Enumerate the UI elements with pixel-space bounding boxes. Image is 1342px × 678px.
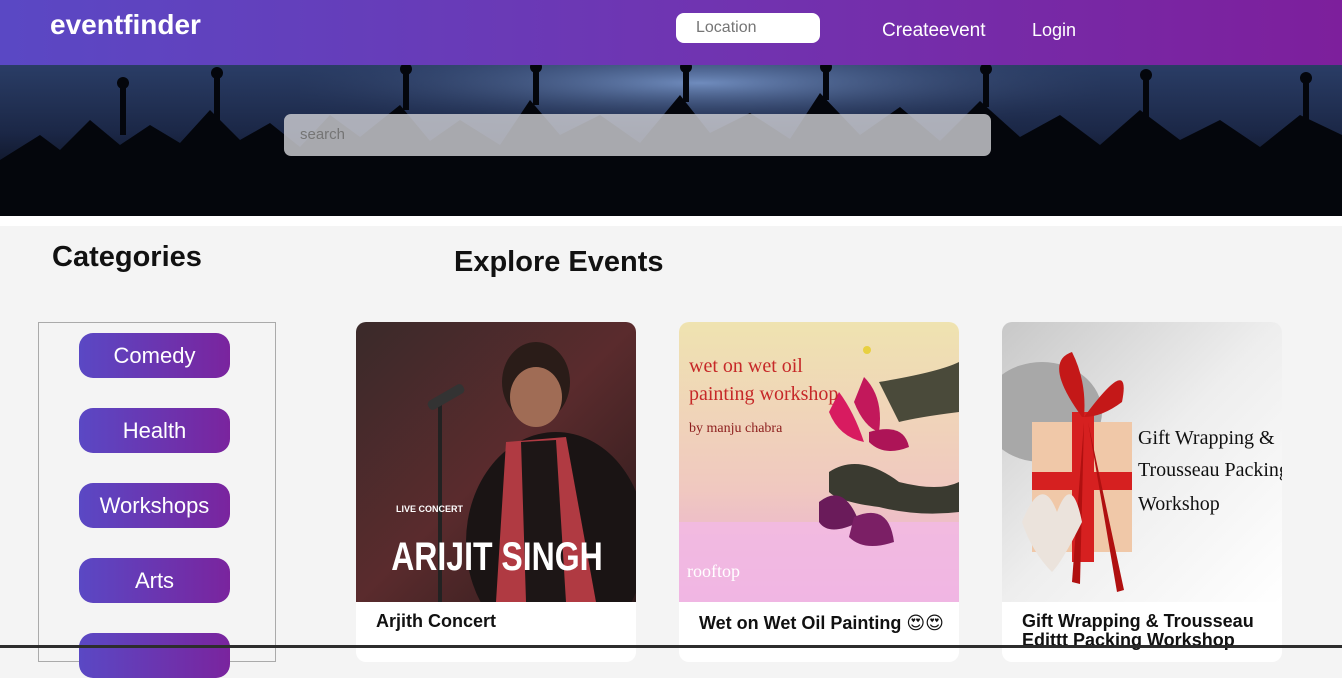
category-comedy-button[interactable]: Comedy — [79, 333, 230, 378]
event-poster-gift-wrapping[interactable]: Gift Wrapping & Trousseau Packing Worksh… — [1002, 322, 1282, 602]
event-card-arjith[interactable]: LIVE CONCERT ARIJIT SINGH Arjith Concert — [356, 322, 636, 662]
poster-line-1: wet on wet oil — [689, 355, 803, 377]
explore-events-heading: Explore Events — [454, 246, 664, 278]
poster-line-2: painting workshop — [689, 383, 838, 405]
category-health-button[interactable]: Health — [79, 408, 230, 453]
event-card-oil-painting[interactable]: wet on wet oil painting workshop by manj… — [679, 322, 959, 662]
divider — [0, 216, 1342, 226]
event-title[interactable]: Arjith Concert — [376, 612, 626, 631]
category-more-button[interactable] — [79, 633, 230, 678]
poster-line-3: by manju chabra — [689, 421, 783, 436]
event-card-gift-wrapping[interactable]: Gift Wrapping & Trousseau Packing Worksh… — [1002, 322, 1282, 662]
navbar: eventfinder Createevent Login — [0, 0, 1342, 65]
hero-banner — [0, 65, 1342, 216]
location-input[interactable] — [676, 13, 820, 43]
poster-line-2: Trousseau Packing — [1138, 459, 1282, 481]
poster-line-3: Workshop — [1138, 493, 1220, 515]
poster-title-text: ARIJIT SINGH — [391, 534, 603, 579]
login-link[interactable]: Login — [1032, 20, 1076, 41]
search-input[interactable] — [284, 114, 991, 156]
categories-list: Comedy Health Workshops Arts — [38, 322, 276, 678]
poster-line-1: Gift Wrapping & — [1138, 427, 1275, 449]
event-poster-oil-painting[interactable]: wet on wet oil painting workshop by manj… — [679, 322, 959, 602]
category-arts-button[interactable]: Arts — [79, 558, 230, 603]
brand-logo[interactable]: eventfinder — [50, 9, 201, 41]
poster-logo-text: rooftop — [687, 561, 740, 581]
categories-heading: Categories — [52, 241, 202, 273]
poster-subtitle-text: LIVE CONCERT — [396, 504, 464, 514]
category-workshops-button[interactable]: Workshops — [79, 483, 230, 528]
event-poster-arjith[interactable]: LIVE CONCERT ARIJIT SINGH — [356, 322, 636, 602]
event-title[interactable]: Wet on Wet Oil Painting 😍😍 — [699, 614, 949, 633]
create-event-link[interactable]: Createevent — [882, 20, 986, 42]
